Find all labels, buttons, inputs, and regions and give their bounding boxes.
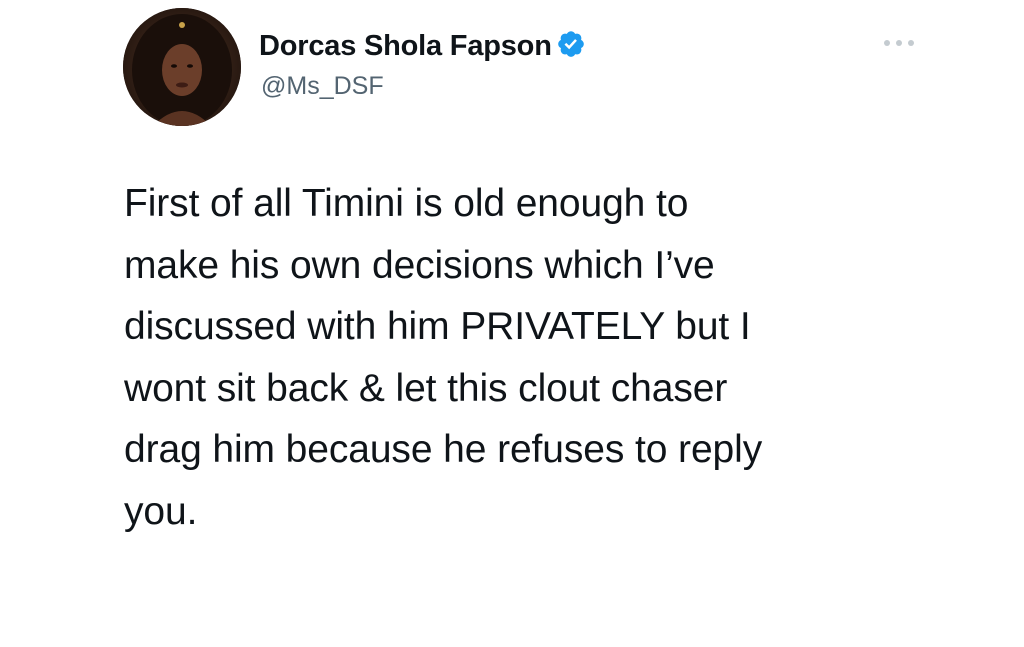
avatar-image bbox=[123, 8, 241, 126]
tweet-text-line: drag him because he refuses to reply bbox=[124, 428, 763, 471]
more-options-icon[interactable] bbox=[884, 36, 914, 50]
tweet-text-line: First of all Timini is old enough to bbox=[124, 182, 689, 225]
dot-icon bbox=[908, 40, 914, 46]
tweet-text-line: wont sit back & let this clout chaser bbox=[124, 366, 728, 410]
tweet-text-line: make his own decisions which I’ve bbox=[124, 243, 715, 287]
author-display-name[interactable]: Dorcas Shola Fapson bbox=[259, 30, 552, 63]
tweet-text-line: discussed with him PRIVATELY but I bbox=[124, 305, 751, 348]
author-avatar[interactable] bbox=[123, 8, 241, 126]
tweet-card: Dorcas Shola Fapson @Ms_DSF First of all… bbox=[0, 0, 1024, 647]
tweet-text: First of all Timini is old enough to mak… bbox=[124, 173, 944, 542]
dot-icon bbox=[884, 40, 890, 46]
tweet-text-line: you. bbox=[124, 489, 198, 533]
author-handle[interactable]: @Ms_DSF bbox=[261, 72, 384, 101]
verified-badge-icon bbox=[556, 29, 586, 59]
dot-icon bbox=[896, 40, 902, 46]
author-name-row: Dorcas Shola Fapson bbox=[259, 26, 586, 66]
